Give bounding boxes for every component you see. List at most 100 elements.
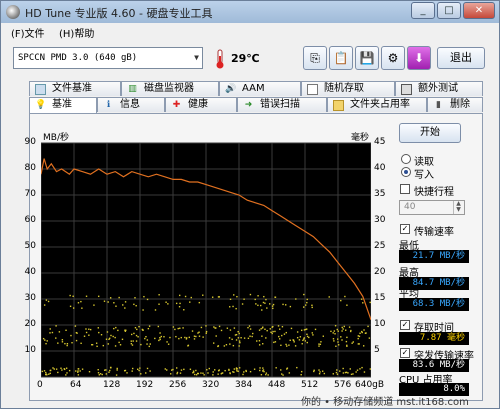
access-time-point (211, 296, 214, 298)
y-tick-left: 20 (24, 319, 36, 329)
tab-erase[interactable]: ▮ 删除 (427, 97, 483, 112)
exit-button[interactable]: 退出 (437, 47, 485, 69)
close-button[interactable]: ✕ (463, 2, 495, 19)
access-time-point (146, 343, 148, 345)
access-time-point (334, 333, 336, 335)
access-time-point (146, 339, 149, 341)
access-time-point (208, 367, 211, 370)
access-time-point (75, 339, 78, 342)
access-time-point (220, 373, 223, 375)
access-time-point (319, 371, 321, 373)
access-time-point (347, 372, 349, 374)
options-button[interactable]: ⚙ (381, 46, 405, 70)
access-time-point (147, 327, 150, 330)
access-time-point (294, 345, 297, 347)
access-time-point (124, 307, 126, 309)
access-time-point (42, 337, 45, 340)
access-time-checkbox[interactable]: ✓ 存取时间 (399, 319, 471, 334)
start-button[interactable]: 开始 (399, 123, 461, 143)
access-time-point (207, 372, 209, 374)
access-time-point (116, 367, 118, 370)
tab-random-access[interactable]: 随机存取 (301, 81, 395, 96)
access-time-point (336, 369, 338, 371)
save-button[interactable]: 💾 (355, 46, 379, 70)
access-time-point (357, 343, 360, 345)
access-time-point (296, 366, 298, 369)
access-time-point (320, 341, 322, 343)
tab-benchmark[interactable]: 💡 基准 (29, 97, 97, 114)
transfer-rate-checkbox[interactable]: ✓ 传输速率 (399, 223, 471, 238)
access-time-point (136, 368, 139, 370)
access-time-point (332, 338, 335, 340)
tab-aam[interactable]: 🔊 AAM (219, 81, 301, 96)
quick-test-spinner[interactable]: 40 ▲ ▼ (399, 200, 465, 215)
access-time-point (345, 329, 347, 331)
access-time-point (262, 370, 264, 372)
access-time-point (306, 301, 308, 304)
write-radio[interactable]: 写入 (399, 166, 471, 181)
access-time-point (282, 374, 284, 376)
access-time-point (336, 328, 338, 331)
info-icon: ℹ (106, 100, 111, 110)
tab-folder-usage[interactable]: 文件夹占用率 (327, 97, 427, 112)
clipboard-icon: 📋 (333, 51, 349, 65)
access-time-point (118, 341, 120, 344)
access-time-point (205, 332, 207, 334)
check-icon: ✓ (400, 320, 410, 330)
access-time-point (115, 326, 117, 329)
access-time-point (340, 336, 342, 338)
access-time-point (336, 373, 339, 375)
access-time-point (249, 335, 251, 337)
access-time-point (197, 372, 200, 375)
quick-test-checkbox[interactable]: 快捷行程 (399, 183, 471, 198)
health-icon: ✚ (172, 100, 181, 110)
write-label: 写入 (414, 170, 434, 181)
access-time-point (102, 344, 105, 347)
tab-error-scan[interactable]: ➜ 错误扫描 (237, 97, 327, 112)
access-time-point (278, 335, 280, 338)
disk-monitor-icon: ▥ (128, 84, 137, 94)
copy-image-button[interactable]: 📋 (329, 46, 353, 70)
access-time-point (88, 371, 91, 373)
menu-file[interactable]: (F)文件 (11, 25, 45, 40)
access-time-point (154, 309, 157, 311)
access-time-point (241, 303, 244, 305)
y-tick-right: 5 (374, 345, 380, 355)
access-time-point (293, 341, 295, 343)
x-tick: 64 (70, 380, 82, 390)
access-time-point (226, 327, 229, 329)
access-time-point (318, 345, 320, 347)
access-time-point (363, 371, 366, 373)
menu-help[interactable]: (H)帮助 (59, 25, 94, 40)
access-time-point (249, 293, 252, 296)
tab-health[interactable]: ✚ 健康 (165, 97, 237, 112)
access-time-point (369, 301, 371, 304)
access-time-point (220, 329, 223, 332)
access-time-point (351, 342, 353, 344)
access-time-point (99, 373, 102, 375)
maximize-button[interactable]: □ (437, 2, 461, 19)
access-time-point (142, 329, 144, 331)
access-time-point (178, 337, 180, 340)
read-radio[interactable]: 读取 (399, 153, 471, 168)
access-time-point (166, 369, 168, 371)
access-time-point (130, 333, 133, 336)
radio-dot (401, 154, 411, 164)
tab-disk-monitor[interactable]: ▥ 磁盘监视器 (121, 81, 219, 96)
access-time-point (46, 374, 48, 376)
access-time-point (77, 371, 79, 373)
access-time-point (135, 340, 138, 342)
access-time-point (145, 372, 147, 374)
access-time-point (44, 339, 46, 341)
copy-text-button[interactable]: ⎘ (303, 46, 327, 70)
tab-file-benchmark[interactable]: 文件基准 (29, 81, 121, 96)
access-time-point (314, 328, 317, 331)
minimize-button[interactable]: _ (411, 2, 435, 19)
tab-extra-tests[interactable]: 额外测试 (395, 81, 483, 96)
drive-select[interactable]: SPCCN PMD 3.0 (640 gB) ▼ (13, 47, 203, 69)
y-tick-right: 10 (374, 319, 386, 329)
access-time-point (185, 338, 188, 340)
download-button[interactable]: ⬇ (407, 46, 431, 70)
tab-info[interactable]: ℹ 信息 (97, 97, 165, 112)
access-time-point (97, 327, 100, 329)
